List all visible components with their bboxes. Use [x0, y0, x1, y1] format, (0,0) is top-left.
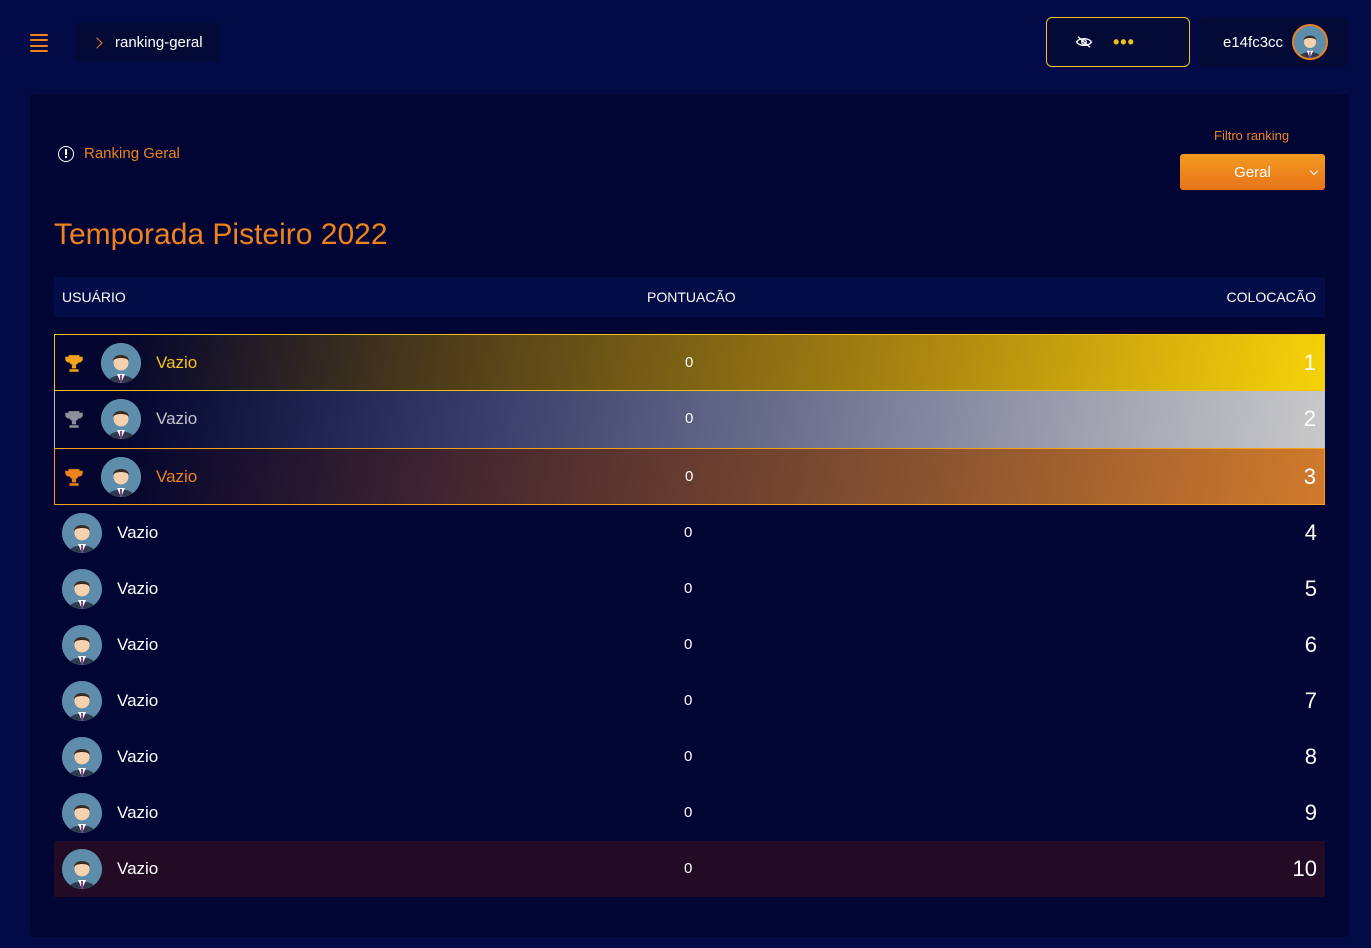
row-points: 0 [684, 860, 693, 877]
ranking-panel: Ranking Geral Filtro ranking Geral Tempo… [30, 94, 1349, 937]
row-name: Vazio [117, 691, 159, 710]
user-avatar-icon [101, 399, 141, 439]
ranking-list: Vazio 0 1 Vazio 0 2 Vazio 0 3 Vazio 0 4 … [54, 334, 1325, 897]
row-name: Vazio [117, 523, 159, 542]
chevron-right-icon [91, 36, 103, 49]
filter-select-value: Geral [1234, 163, 1271, 181]
row-place: 5 [1304, 576, 1317, 601]
row-place: 1 [1303, 350, 1316, 375]
table-row[interactable]: Vazio 0 5 [54, 561, 1325, 617]
table-row[interactable]: Vazio 0 3 [54, 448, 1325, 505]
user-avatar-icon [62, 681, 102, 721]
row-name: Vazio [156, 467, 198, 486]
row-name: Vazio [117, 803, 159, 822]
column-header-user: USUÁRIO [62, 289, 126, 305]
eye-slash-icon[interactable] [1075, 35, 1093, 49]
row-name: Vazio [117, 579, 159, 598]
row-name: Vazio [156, 409, 198, 428]
row-place: 6 [1304, 632, 1317, 657]
username: e14fc3cc [1223, 33, 1284, 51]
row-place: 9 [1304, 800, 1317, 825]
table-row[interactable]: Vazio 0 1 [54, 334, 1325, 391]
filter-label: Filtro ranking [1214, 128, 1290, 143]
user-avatar-icon [62, 513, 102, 553]
row-points: 0 [685, 468, 694, 485]
row-place: 2 [1303, 406, 1316, 431]
row-points: 0 [684, 748, 693, 765]
row-name: Vazio [117, 635, 159, 654]
balance-box[interactable]: ••• [1046, 17, 1190, 67]
hidden-balance: ••• [1113, 32, 1135, 52]
table-header: USUÁRIO PONTUACÃO COLOCACÃO [54, 277, 1325, 317]
table-row[interactable]: Vazio 0 6 [54, 617, 1325, 673]
row-points: 0 [684, 804, 693, 821]
row-name: Vazio [117, 859, 159, 878]
trophy-icon [65, 411, 83, 428]
ranking-filter-select[interactable]: Geral [1180, 154, 1325, 190]
row-place: 8 [1304, 744, 1317, 769]
row-points: 0 [684, 692, 693, 709]
section-label-text: Ranking Geral [84, 145, 180, 162]
row-points: 0 [684, 636, 693, 653]
row-place: 7 [1304, 688, 1317, 713]
user-menu[interactable]: e14fc3cc [1199, 17, 1348, 67]
column-header-place: COLOCACÃO [1226, 289, 1316, 305]
row-points: 0 [684, 524, 693, 541]
section-label: Ranking Geral [58, 145, 180, 162]
row-place: 4 [1304, 520, 1317, 545]
row-place: 3 [1303, 464, 1316, 489]
row-name: Vazio [117, 747, 159, 766]
user-avatar-icon [62, 625, 102, 665]
user-avatar-icon [62, 793, 102, 833]
trophy-icon [65, 355, 83, 372]
table-row[interactable]: Vazio 0 9 [54, 785, 1325, 841]
row-place: 10 [1292, 856, 1317, 881]
table-row[interactable]: Vazio 0 10 [54, 841, 1325, 897]
table-row[interactable]: Vazio 0 4 [54, 505, 1325, 561]
row-points: 0 [685, 354, 694, 371]
info-circle-icon [58, 145, 74, 162]
user-avatar-icon [101, 343, 141, 383]
table-row[interactable]: Vazio 0 8 [54, 729, 1325, 785]
page-title: Temporada Pisteiro 2022 [54, 218, 388, 251]
breadcrumb-label: ranking-geral [115, 34, 203, 51]
user-avatar-icon [62, 569, 102, 609]
chevron-down-icon [1309, 166, 1319, 176]
table-row[interactable]: Vazio 0 2 [54, 391, 1325, 448]
user-avatar-icon [62, 737, 102, 777]
row-name: Vazio [156, 353, 198, 372]
user-avatar-icon [101, 457, 141, 497]
column-header-points: PONTUACÃO [647, 289, 736, 305]
row-points: 0 [685, 410, 694, 427]
user-avatar-icon [1292, 24, 1329, 60]
user-avatar-icon [62, 849, 102, 889]
row-points: 0 [684, 580, 693, 597]
breadcrumb[interactable]: ranking-geral [75, 23, 219, 62]
menu-icon[interactable] [30, 34, 54, 52]
trophy-icon [65, 469, 83, 486]
table-row[interactable]: Vazio 0 7 [54, 673, 1325, 729]
